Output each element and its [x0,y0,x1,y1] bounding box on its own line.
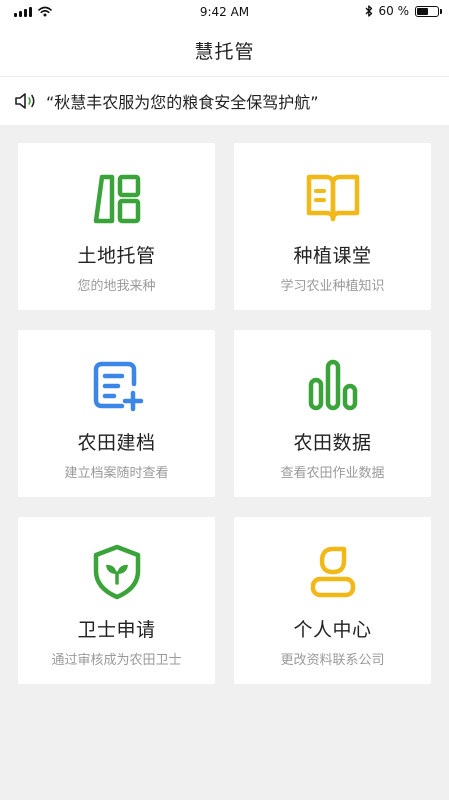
notice-text: “秋慧丰农服为您的粮食安全保驾护航” [46,93,319,112]
status-right: 60 % [365,4,442,18]
card-title: 个人中心 [293,619,372,641]
card-subtitle: 更改资料联系公司 [280,653,385,668]
document-add-icon [93,361,143,412]
card-field-data[interactable]: 农田数据 查看农田作业数据 [234,330,431,497]
battery-icon [415,5,442,17]
card-title: 卫士申请 [77,619,156,641]
card-title: 农田建档 [77,432,156,454]
bar-chart-icon [308,359,357,411]
user-icon [310,546,355,598]
notice-banner[interactable]: “秋慧丰农服为您的粮食安全保驾护航” [0,77,449,125]
card-personal-center[interactable]: 个人中心 更改资料联系公司 [234,517,431,684]
card-guard-application[interactable]: 卫士申请 通过审核成为农田卫士 [18,517,215,684]
card-title: 种植课堂 [293,245,372,267]
card-subtitle: 建立档案随时查看 [64,466,169,481]
battery-fill [417,7,428,15]
card-subtitle: 您的地我来种 [77,279,156,294]
feature-grid: 土地托管 您的地我来种 种植课堂 学习农业种植知识 农田建档 建立档案随时查看 … [18,143,431,684]
nav-bar: 慧托管 [0,24,449,77]
card-field-records[interactable]: 农田建档 建立档案随时查看 [18,330,215,497]
card-subtitle: 查看农田作业数据 [280,466,385,481]
card-planting-class[interactable]: 种植课堂 学习农业种植知识 [234,143,431,310]
page-title: 慧托管 [194,40,255,63]
card-title: 土地托管 [77,245,156,267]
battery-percent: 60 % [378,4,410,18]
open-book-icon [306,174,359,222]
card-land-custody[interactable]: 土地托管 您的地我来种 [18,143,215,310]
card-subtitle: 学习农业种植知识 [280,279,385,294]
status-bar: 9:42 AM 60 % [0,0,449,24]
bluetooth-icon [365,5,372,17]
speaker-icon [15,93,35,109]
land-layout-icon [93,174,140,224]
card-title: 农田数据 [293,432,372,454]
card-subtitle: 通过审核成为农田卫士 [51,653,182,668]
shield-sprout-icon [93,544,140,600]
